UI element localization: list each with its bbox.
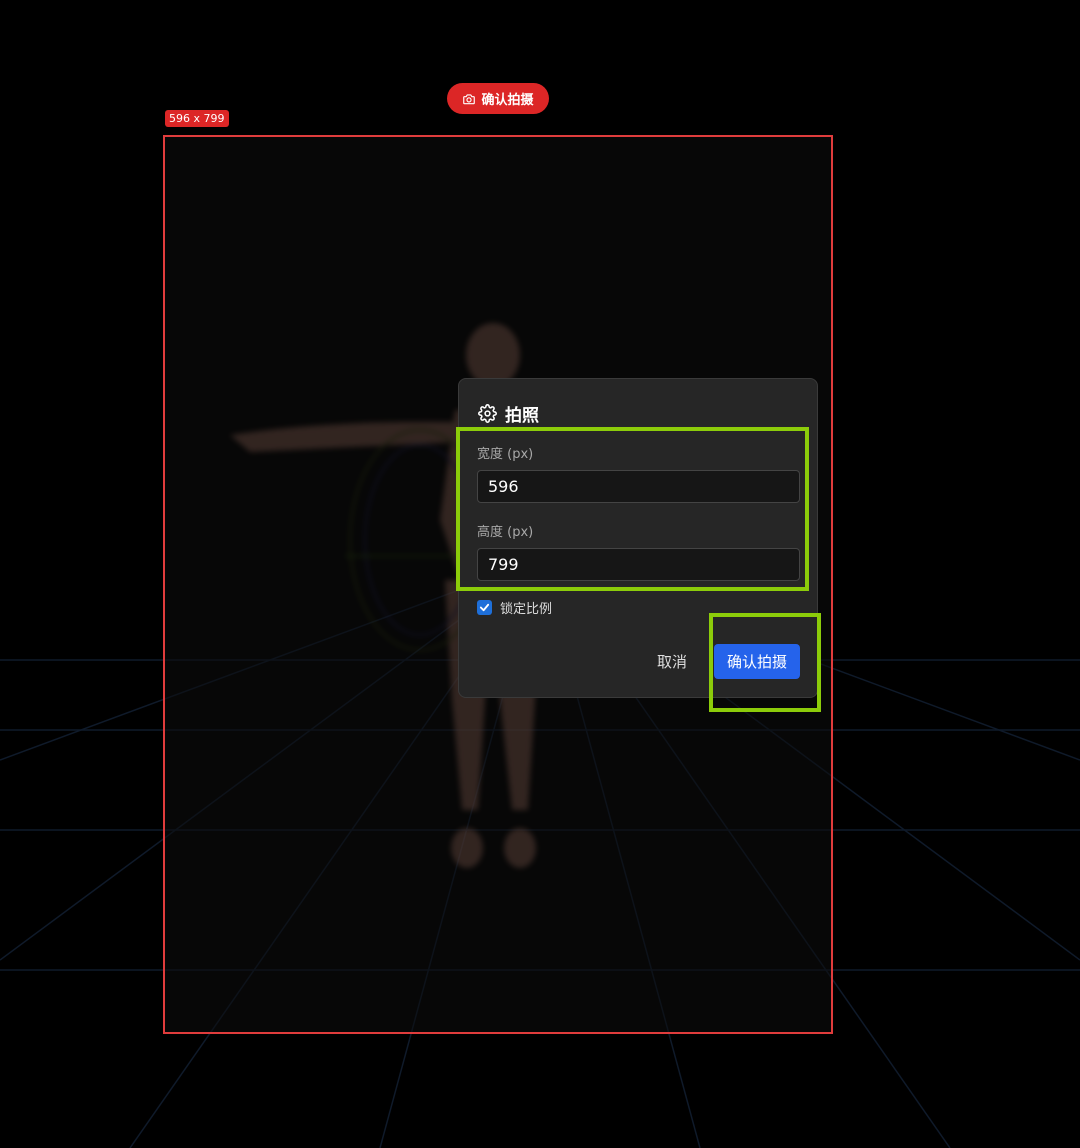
check-icon: [479, 603, 490, 612]
lock-ratio-label: 锁定比例: [500, 602, 553, 617]
photo-dialog: 拍照 宽度 (px) 高度 (px) 锁定比例 取消 确认拍摄: [458, 378, 818, 698]
viewport-scene[interactable]: 596 x 799 确认拍摄 拍照 宽度 (px) 高度 (px): [0, 0, 1080, 1148]
width-input[interactable]: [477, 470, 800, 503]
width-label: 宽度 (px): [477, 447, 534, 462]
dialog-header: 拍照: [478, 401, 539, 426]
dialog-title: 拍照: [505, 406, 539, 426]
lock-ratio-row: 锁定比例: [477, 598, 552, 617]
confirm-capture-label: 确认拍摄: [481, 93, 534, 108]
height-label: 高度 (px): [477, 525, 534, 540]
height-input[interactable]: [477, 548, 800, 581]
gear-icon: [478, 404, 497, 423]
dialog-confirm-button[interactable]: 确认拍摄: [714, 644, 800, 679]
confirm-capture-button[interactable]: 确认拍摄: [447, 83, 549, 114]
cancel-button[interactable]: 取消: [647, 645, 697, 678]
camera-icon: [462, 92, 476, 106]
lock-ratio-checkbox[interactable]: [477, 600, 492, 615]
frame-size-badge: 596 x 799: [165, 110, 229, 127]
